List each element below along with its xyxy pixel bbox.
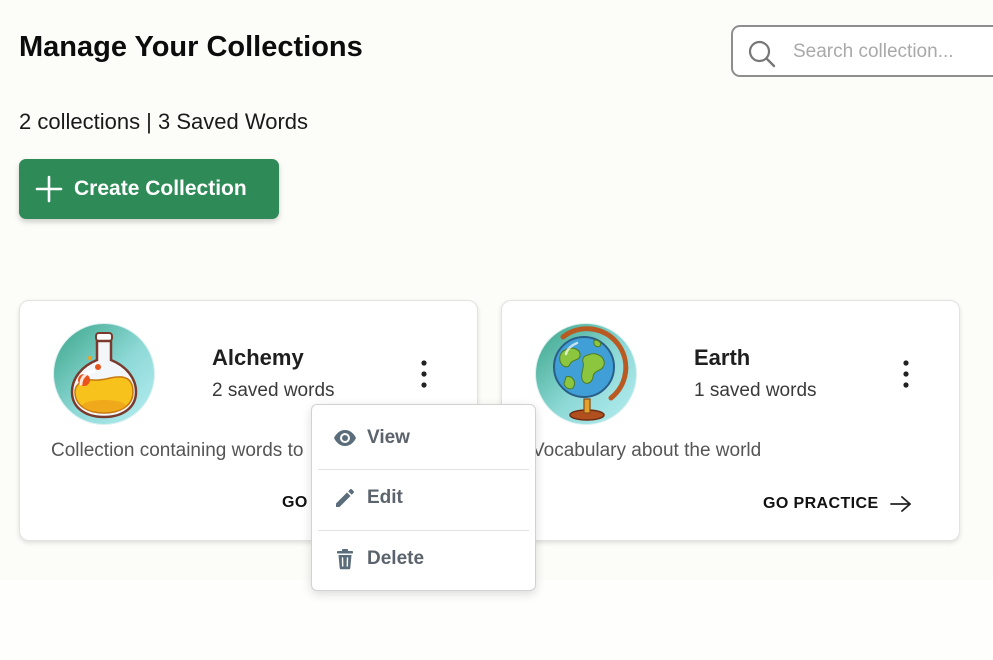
go-practice-link[interactable]: GO — [282, 494, 308, 512]
menu-item-label: View — [367, 427, 410, 448]
search-input[interactable] — [793, 37, 993, 67]
collection-title: Earth — [694, 345, 751, 370]
more-options-button[interactable] — [894, 357, 918, 391]
search-box[interactable] — [731, 25, 993, 77]
potion-flask-icon — [70, 332, 138, 419]
collection-description: Collection containing words to — [51, 440, 304, 461]
collection-card-earth: Earth 1 saved words Vocabulary about the… — [501, 300, 960, 541]
search-icon — [748, 40, 776, 68]
create-collection-button[interactable]: Create Collection — [19, 159, 279, 219]
menu-item-delete[interactable]: Delete — [312, 529, 535, 589]
eye-icon — [334, 430, 356, 446]
collection-summary: 2 collections | 3 Saved Words — [19, 109, 309, 134]
pencil-icon — [336, 489, 354, 507]
plus-icon — [35, 175, 63, 203]
menu-item-edit[interactable]: Edit — [312, 468, 535, 528]
create-collection-label: Create Collection — [74, 177, 247, 200]
go-practice-label: GO PRACTICE — [763, 495, 879, 512]
collection-title: Alchemy — [212, 345, 304, 370]
collection-avatar — [535, 323, 637, 425]
menu-item-view[interactable]: View — [312, 408, 535, 468]
arrow-right-icon — [889, 496, 911, 512]
menu-item-label: Edit — [367, 487, 403, 508]
more-vertical-icon — [421, 360, 427, 388]
collection-options-menu: View Edit Delete — [311, 404, 536, 591]
page-title: Manage Your Collections — [19, 31, 363, 63]
menu-item-label: Delete — [367, 548, 425, 569]
collection-description: Vocabulary about the world — [532, 440, 762, 461]
collection-avatar — [53, 323, 155, 425]
go-practice-link[interactable]: GO PRACTICE — [763, 494, 913, 514]
more-vertical-icon — [903, 360, 909, 388]
more-options-button[interactable] — [412, 357, 436, 391]
collection-word-count: 2 saved words — [212, 380, 335, 401]
collection-word-count: 1 saved words — [694, 380, 817, 401]
page-footer-area — [0, 580, 993, 660]
globe-icon — [553, 326, 629, 421]
go-practice-label: GO — [282, 494, 308, 511]
trash-icon — [337, 549, 353, 570]
